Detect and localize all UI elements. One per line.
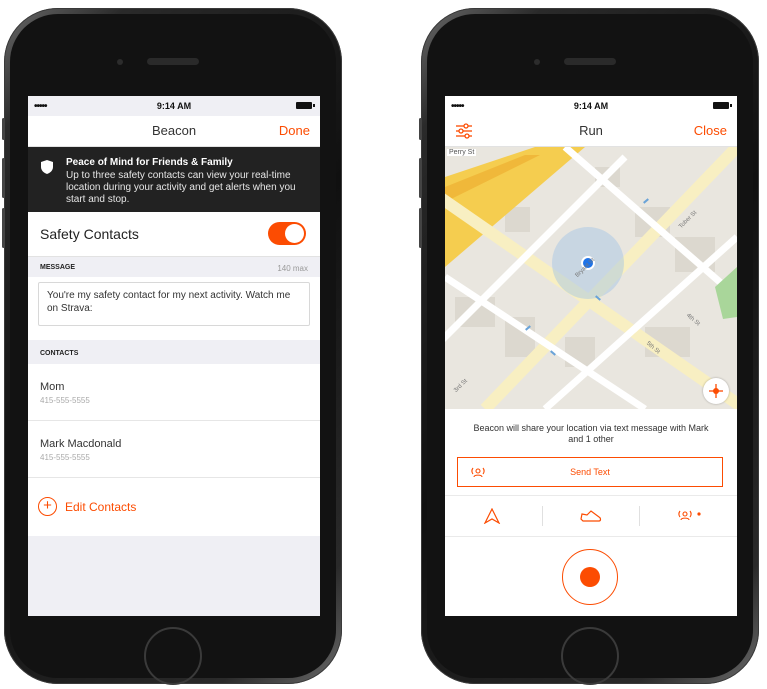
tab-gear[interactable] <box>542 496 639 536</box>
beacon-active-icon <box>678 510 701 521</box>
status-time: 9:14 AM <box>573 101 609 111</box>
nav-bar: Run Close <box>445 116 737 147</box>
home-button[interactable] <box>144 627 202 685</box>
record-button[interactable] <box>562 549 618 605</box>
earpiece-speaker <box>564 58 616 65</box>
volume-up-button <box>2 158 5 198</box>
front-camera <box>117 59 123 65</box>
safety-contacts-row: Safety Contacts <box>28 212 320 257</box>
volume-down-button <box>2 208 5 248</box>
contacts-header: CONTACTS <box>40 350 79 357</box>
map-view[interactable]: Perry St Bryant St 3rd St 5th St 4th St … <box>445 147 737 409</box>
message-max-count: 140 max <box>277 264 308 273</box>
message-textarea[interactable]: You're my safety contact for my next act… <box>38 282 310 326</box>
contact-name: Mark Macdonald <box>40 438 122 450</box>
message-header: MESSAGE <box>40 264 76 271</box>
home-button[interactable] <box>561 627 619 685</box>
edit-contacts-button[interactable]: + Edit Contacts <box>28 478 320 536</box>
mute-switch <box>2 118 5 140</box>
run-screen: ••••• 9:14 AM Run Close Perry St Bryant … <box>445 96 737 616</box>
beacon-panel: Beacon will share your location via text… <box>445 409 737 616</box>
info-banner: Peace of Mind for Friends & Family Up to… <box>28 147 320 212</box>
beacon-screen: ••••• 9:14 AM Beacon Done Peace of Mind … <box>28 96 320 616</box>
close-button[interactable]: Close <box>694 123 727 138</box>
safety-contacts-label: Safety Contacts <box>40 226 139 242</box>
map-street-label: Perry St <box>447 149 477 156</box>
send-text-label: Send Text <box>570 467 610 477</box>
contact-name: Mom <box>40 381 65 393</box>
tab-route[interactable] <box>445 496 542 536</box>
phone-left: ••••• 9:14 AM Beacon Done Peace of Mind … <box>2 8 342 685</box>
navigation-arrow-icon <box>483 508 501 524</box>
battery-icon <box>713 102 732 109</box>
done-button[interactable]: Done <box>279 123 310 138</box>
nav-bar: Beacon Done <box>28 116 320 147</box>
crosshair-icon <box>709 384 723 398</box>
tab-beacon[interactable] <box>639 496 736 536</box>
banner-title: Peace of Mind for Friends & Family <box>66 157 233 168</box>
page-title: Beacon <box>151 123 197 138</box>
volume-down-button <box>419 208 422 248</box>
contact-phone: 415-555-5555 <box>40 396 90 405</box>
volume-up-button <box>419 158 422 198</box>
banner-body: Up to three safety contacts can view you… <box>66 170 296 205</box>
earpiece-speaker <box>147 58 199 65</box>
status-bar: ••••• 9:14 AM <box>28 96 320 116</box>
plus-circle-icon: + <box>38 497 57 516</box>
send-text-button[interactable]: Send Text <box>457 457 723 487</box>
toggle-knob <box>285 224 304 243</box>
contacts-section-header: CONTACTS <box>28 340 320 364</box>
safety-contacts-toggle[interactable] <box>268 222 306 245</box>
status-time: 9:14 AM <box>156 101 192 111</box>
front-camera <box>534 59 540 65</box>
status-bar: ••••• 9:14 AM <box>445 96 737 116</box>
mute-switch <box>419 118 422 140</box>
shield-icon <box>41 160 53 174</box>
shoe-icon <box>580 510 602 522</box>
contact-row[interactable]: Mark Macdonald 415-555-5555 <box>28 421 320 478</box>
edit-contacts-label: Edit Contacts <box>65 500 137 514</box>
message-wrap: You're my safety contact for my next act… <box>28 277 320 340</box>
locate-me-button[interactable] <box>703 378 729 404</box>
record-dot-icon <box>580 567 600 587</box>
map-canvas <box>445 147 737 409</box>
beacon-share-message: Beacon will share your location via text… <box>473 423 709 444</box>
contact-row[interactable]: Mom 415-555-5555 <box>28 364 320 421</box>
phone-right: ••••• 9:14 AM Run Close Perry St Bryant … <box>419 8 759 685</box>
contact-phone: 415-555-5555 <box>40 453 90 462</box>
battery-icon <box>296 102 315 109</box>
activity-tabs <box>445 495 737 537</box>
message-section-header: MESSAGE 140 max <box>28 257 320 277</box>
